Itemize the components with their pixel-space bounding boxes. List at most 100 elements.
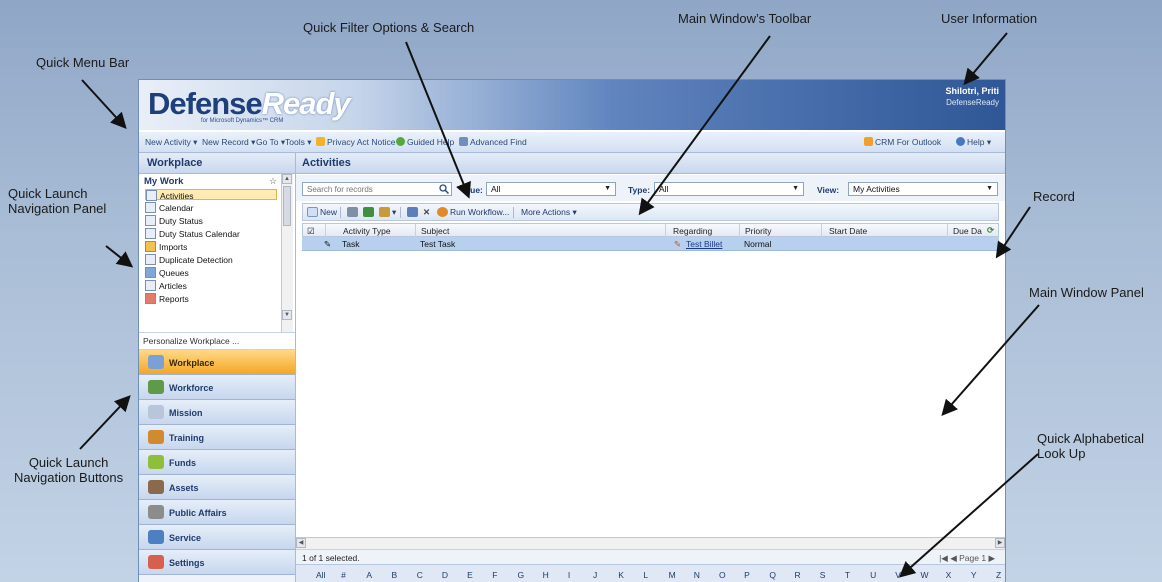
alpha-letter[interactable]: A <box>366 570 372 580</box>
alpha-letter[interactable]: C <box>417 570 423 580</box>
select-all-checkbox[interactable]: ☑ <box>307 226 315 237</box>
search-icon[interactable] <box>439 184 449 194</box>
alpha-letter[interactable]: B <box>392 570 398 580</box>
previous-page-icon[interactable]: ◀ <box>950 553 957 563</box>
column-header-start-date[interactable]: Start Date <box>829 226 867 236</box>
sidebar-item-imports[interactable]: Imports <box>145 241 277 252</box>
refresh-icon[interactable]: ⟳ <box>987 225 994 236</box>
next-page-icon[interactable]: ▶ <box>988 553 995 563</box>
due-label: Due: <box>464 185 483 195</box>
personalize-workplace-link[interactable]: Personalize Workplace ... <box>139 332 295 350</box>
pane-workforce[interactable]: Workforce <box>139 375 295 400</box>
guided-help-label: Guided Help <box>407 137 455 147</box>
sidebar-item-activities[interactable]: Activities <box>145 189 277 201</box>
alpha-letter[interactable]: J <box>593 570 597 580</box>
pane-training[interactable]: Training <box>139 425 295 450</box>
alpha-letter[interactable]: X <box>946 570 952 580</box>
share-button[interactable] <box>407 207 420 217</box>
column-header-priority[interactable]: Priority <box>745 226 771 236</box>
sidebar-item-duplicate-detection[interactable]: Duplicate Detection <box>145 254 277 265</box>
alpha-letter[interactable]: K <box>618 570 624 580</box>
type-select[interactable]: All ▼ <box>654 182 804 196</box>
column-header-subject[interactable]: Subject <box>421 226 449 236</box>
view-select[interactable]: My Activities ▼ <box>848 182 998 196</box>
pane-mission[interactable]: Mission <box>139 400 295 425</box>
privacy-act-notice-link[interactable]: Privacy Act Notice <box>316 137 396 147</box>
alpha-letter[interactable]: Y <box>971 570 977 580</box>
alpha-letter[interactable]: O <box>719 570 726 580</box>
table-row[interactable]: ✎ Task Test Task ✎ Test Billet Normal <box>302 237 999 251</box>
more-actions-menu[interactable]: More Actions ▾ <box>521 207 577 218</box>
alpha-letter[interactable]: T <box>845 570 850 580</box>
guided-help-link[interactable]: Guided Help <box>396 137 454 147</box>
alpha-letter[interactable]: S <box>820 570 826 580</box>
column-header-regarding[interactable]: Regarding <box>673 226 712 236</box>
alpha-letter[interactable]: G <box>517 570 524 580</box>
sidebar-item-duty-status[interactable]: Duty Status <box>145 215 277 226</box>
alpha-letter[interactable]: # <box>341 570 346 580</box>
sidebar-item-calendar[interactable]: Calendar <box>145 202 277 213</box>
alpha-letter[interactable]: P <box>744 570 750 580</box>
assign-button[interactable]: ▾ <box>379 207 396 218</box>
pane-public-affairs[interactable]: Public Affairs <box>139 500 295 525</box>
status-bar: 1 of 1 selected. |◀ ◀ Page 1 ▶ <box>296 549 1005 564</box>
tools-menu[interactable]: Tools ▾ <box>285 137 311 148</box>
alpha-letter[interactable]: N <box>694 570 700 580</box>
sidebar-item-queues[interactable]: Queues <box>145 267 277 278</box>
workflow-icon <box>437 207 448 217</box>
grid-horizontal-scrollbar[interactable]: ◀ ▶ <box>296 537 1005 549</box>
run-workflow-label: Run Workflow... <box>450 207 510 217</box>
go-to-menu[interactable]: Go To ▾ <box>256 137 285 148</box>
alpha-letter[interactable]: I <box>568 570 570 580</box>
alpha-letter[interactable]: F <box>492 570 497 580</box>
alpha-letter[interactable]: E <box>467 570 473 580</box>
callout-quick-filter: Quick Filter Options & Search <box>303 20 475 35</box>
new-activity-menu[interactable]: New Activity ▾ <box>145 137 197 148</box>
search-input[interactable] <box>303 183 432 195</box>
alpha-letter[interactable]: Z <box>996 570 1001 580</box>
sidebar-item-reports[interactable]: Reports <box>145 293 277 304</box>
alpha-letter[interactable]: H <box>543 570 549 580</box>
sidebar-item-label: Calendar <box>159 203 194 213</box>
alpha-letter[interactable]: U <box>870 570 876 580</box>
scroll-down-icon[interactable]: ▼ <box>282 310 292 320</box>
cell-regarding-link[interactable]: Test Billet <box>686 239 722 249</box>
collapse-icon[interactable]: ☆ <box>269 176 277 187</box>
alpha-letter[interactable]: R <box>795 570 801 580</box>
new-button[interactable]: New <box>307 207 337 217</box>
column-header-due-date[interactable]: Due Da <box>953 226 982 236</box>
help-menu[interactable]: Help ▾ <box>956 137 991 148</box>
crm-for-outlook-link[interactable]: CRM For Outlook <box>864 137 941 147</box>
export-excel-button[interactable] <box>363 207 376 217</box>
scroll-right-icon[interactable]: ▶ <box>995 538 1005 548</box>
nav-scrollbar[interactable]: ▲ ▼ <box>281 174 293 332</box>
app-banner: DefenseReady for Microsoft Dynamics™ CRM… <box>139 80 1005 130</box>
scroll-left-icon[interactable]: ◀ <box>296 538 306 548</box>
due-select[interactable]: All ▼ <box>486 182 616 196</box>
pane-workplace[interactable]: Workplace <box>139 350 295 375</box>
alpha-letter[interactable]: D <box>442 570 448 580</box>
delete-icon[interactable]: ✕ <box>423 207 430 218</box>
new-record-menu[interactable]: New Record ▾ <box>202 137 255 148</box>
scroll-up-icon[interactable]: ▲ <box>282 174 292 184</box>
pane-service[interactable]: Service <box>139 525 295 550</box>
pane-assets[interactable]: Assets <box>139 475 295 500</box>
sidebar-item-articles[interactable]: Articles <box>145 280 277 291</box>
user-organization: DefenseReady <box>946 98 999 107</box>
alpha-letter[interactable]: V <box>895 570 901 580</box>
alpha-letter[interactable]: Q <box>769 570 776 580</box>
alpha-letter[interactable]: W <box>920 570 928 580</box>
alpha-letter[interactable]: M <box>669 570 676 580</box>
column-header-activity-type[interactable]: Activity Type <box>343 226 391 236</box>
alpha-letter[interactable]: L <box>643 570 648 580</box>
advanced-find-link[interactable]: Advanced Find <box>459 137 527 147</box>
pane-funds[interactable]: Funds <box>139 450 295 475</box>
alpha-letter[interactable]: All <box>316 570 325 580</box>
cell-subject[interactable]: Test Task <box>420 239 455 249</box>
print-button[interactable] <box>347 207 360 217</box>
pane-settings[interactable]: Settings <box>139 550 295 575</box>
scroll-thumb[interactable] <box>283 186 291 226</box>
run-workflow-button[interactable]: Run Workflow... <box>437 207 509 217</box>
first-page-icon[interactable]: |◀ <box>939 553 948 563</box>
sidebar-item-duty-status-calendar[interactable]: Duty Status Calendar <box>145 228 277 239</box>
